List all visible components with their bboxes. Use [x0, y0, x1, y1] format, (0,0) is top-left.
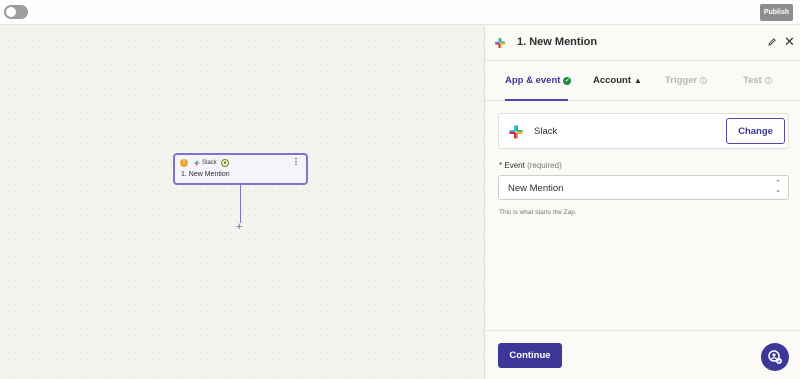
trigger-step-node[interactable]: ! Slack ● ⋮ 1. New Mention: [173, 153, 308, 185]
node-app-chip: Slack: [191, 158, 220, 168]
tab-account[interactable]: Account ▲: [593, 75, 642, 86]
step-status-icon: ●: [221, 159, 229, 167]
tab-label: Trigger: [665, 75, 698, 86]
top-bar: Publish: [0, 0, 800, 25]
publish-button[interactable]: Publish: [760, 4, 793, 21]
event-field-label: * Event (required): [499, 161, 562, 170]
change-app-button[interactable]: Change: [726, 118, 785, 144]
required-text: (required): [527, 161, 562, 170]
event-help-text: This is what starts the Zap.: [499, 209, 577, 216]
zap-on-off-toggle[interactable]: [4, 5, 28, 19]
chevron-up-down-icon: ⌃ ⌄: [775, 180, 781, 194]
pencil-icon[interactable]: [767, 37, 777, 47]
help-person-icon: [768, 350, 782, 364]
tab-label: Test: [743, 75, 762, 86]
slack-icon: [194, 160, 200, 166]
tab-label: App & event: [505, 75, 561, 86]
panel-title: 1. New Mention: [517, 36, 598, 48]
tab-label: Account: [593, 75, 631, 86]
info-icon: i: [764, 77, 772, 84]
warning-icon: ▲: [634, 76, 642, 85]
selected-app-card: Slack Change: [498, 113, 789, 149]
help-chat-icon[interactable]: [761, 343, 789, 371]
tab-test: Test i: [743, 75, 772, 86]
add-step-icon[interactable]: +: [236, 222, 242, 233]
node-title: 1. New Mention: [181, 171, 230, 178]
editor-canvas[interactable]: [0, 26, 484, 379]
tab-trigger: Trigger i: [665, 75, 708, 86]
slack-icon: [495, 38, 505, 48]
required-mark: *: [499, 161, 503, 170]
active-tab-indicator: [505, 99, 568, 101]
step-tabs: App & event ✓ Account ▲ Trigger i Test i: [485, 61, 800, 101]
slack-icon: [509, 125, 523, 139]
toggle-knob: [6, 7, 16, 17]
continue-button[interactable]: Continue: [498, 343, 562, 368]
step-connector: [240, 185, 241, 223]
event-label: Event: [504, 161, 525, 170]
close-icon[interactable]: ✕: [784, 35, 795, 48]
panel-footer: Continue: [485, 330, 800, 379]
more-options-icon[interactable]: ⋮: [292, 158, 300, 166]
panel-header: 1. New Mention ✕: [485, 26, 800, 61]
warning-badge-icon: !: [180, 159, 188, 167]
event-select[interactable]: New Mention ⌃ ⌄: [498, 175, 789, 200]
event-select-value: New Mention: [508, 183, 564, 194]
info-icon: i: [700, 77, 708, 84]
check-circle-icon: ✓: [563, 76, 572, 85]
app-name: Slack: [534, 126, 558, 137]
node-app-label: Slack: [202, 160, 217, 166]
tab-app-and-event[interactable]: App & event ✓: [505, 75, 572, 86]
step-editor-panel: 1. New Mention ✕ App & event ✓ Account ▲…: [484, 26, 800, 379]
